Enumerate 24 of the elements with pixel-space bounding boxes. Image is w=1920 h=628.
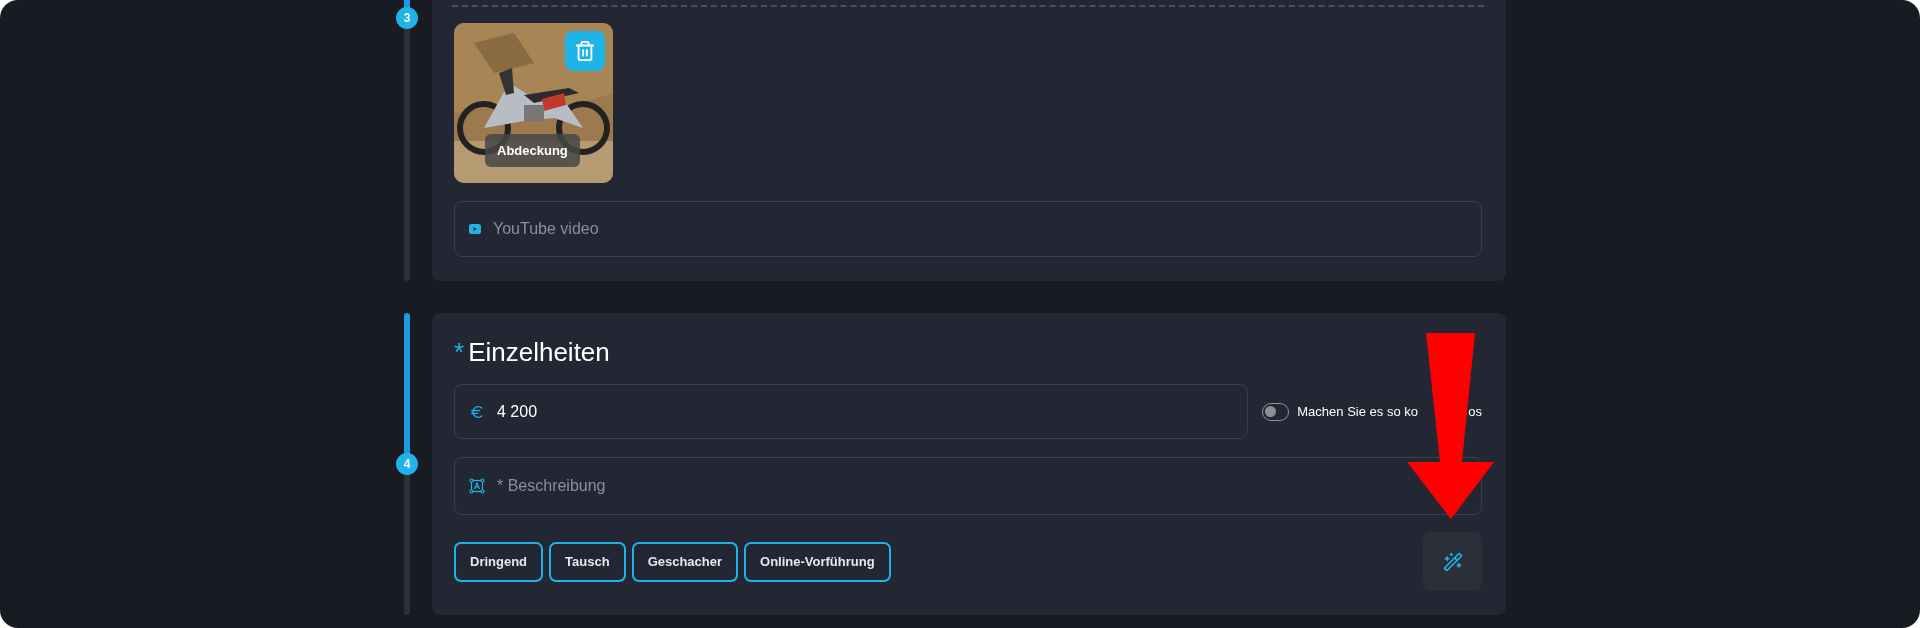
tag-button[interactable]: Geschacher [631,541,739,582]
toggle-label-end: os [1468,404,1482,419]
price-input[interactable]: 4 200 [497,402,1233,421]
video-icon [469,224,481,234]
magic-wand-button[interactable] [1423,532,1482,591]
tag-button[interactable]: Dringend [454,541,544,582]
section-title: Einzelheiten [468,337,610,368]
delete-button[interactable] [565,31,605,71]
youtube-field[interactable]: YouTube video [454,201,1482,257]
toggle-label: Machen Sie es so ko [1297,404,1418,419]
text-box-icon [469,478,485,494]
price-field[interactable]: 4 200 [454,384,1248,439]
required-mark: * [454,337,465,368]
euro-icon [469,403,485,420]
description-input[interactable]: * Beschreibung [497,477,1197,495]
youtube-input[interactable]: YouTube video [493,220,1467,238]
tag-button[interactable]: Online-Vorführung [744,541,891,582]
step-number: 3 [396,7,418,29]
cover-label: Abdeckung [485,134,580,167]
step-number: 4 [396,453,418,475]
description-field[interactable]: * Beschreibung [454,457,1482,515]
magic-wand-icon [1442,551,1463,572]
tag-button[interactable]: Tausch [549,541,626,582]
trash-icon [574,40,596,62]
